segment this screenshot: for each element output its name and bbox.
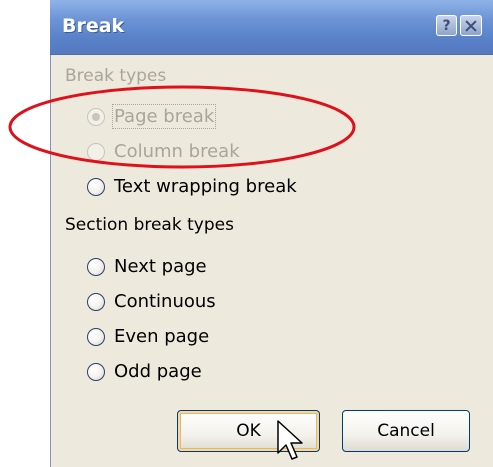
title-bar[interactable]: Break ? (50, 0, 493, 55)
close-icon (465, 20, 477, 32)
close-button[interactable] (460, 15, 482, 36)
column-break-label: Column break (114, 141, 240, 162)
even-page-label: Even page (114, 326, 210, 347)
section-break-types-label: Section break types (65, 215, 234, 235)
odd-page-radio[interactable]: Odd page (87, 361, 202, 382)
next-page-label: Next page (114, 256, 207, 277)
radio-icon (87, 362, 105, 381)
text-wrapping-break-label: Text wrapping break (114, 176, 297, 197)
radio-icon (87, 327, 105, 346)
continuous-radio[interactable]: Continuous (87, 291, 216, 312)
page-break-label: Page break (111, 104, 217, 129)
odd-page-label: Odd page (114, 361, 202, 382)
text-wrapping-break-radio[interactable]: Text wrapping break (87, 176, 297, 197)
even-page-radio[interactable]: Even page (87, 326, 209, 347)
radio-icon (87, 177, 105, 196)
next-page-radio[interactable]: Next page (87, 256, 207, 277)
page-break-radio[interactable]: Page break (87, 104, 217, 129)
mouse-pointer-icon (277, 420, 303, 460)
break-types-label: Break types (65, 66, 167, 86)
cancel-button[interactable]: Cancel (342, 410, 470, 452)
radio-icon (87, 257, 105, 276)
radio-icon (87, 292, 105, 311)
continuous-label: Continuous (114, 291, 216, 312)
column-break-radio[interactable]: Column break (87, 141, 240, 162)
dialog-title: Break (62, 15, 125, 37)
help-button[interactable]: ? (436, 15, 457, 36)
radio-icon (87, 142, 105, 161)
help-icon: ? (442, 17, 451, 34)
radio-icon (87, 107, 105, 126)
